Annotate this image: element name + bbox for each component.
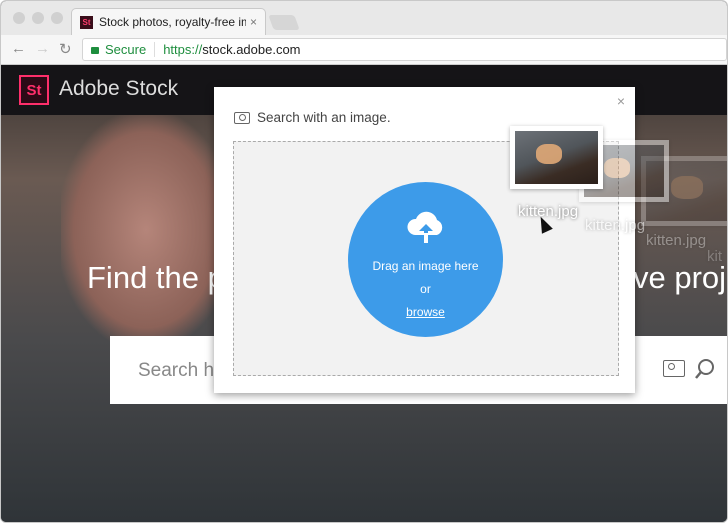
drag-instruction: Drag an image here — [372, 259, 479, 273]
close-dialog-icon[interactable]: × — [617, 93, 625, 109]
drop-target-circle[interactable]: Drag an image here or browse — [348, 182, 503, 337]
browse-link[interactable]: browse — [348, 305, 503, 319]
forward-icon[interactable]: → — [35, 40, 50, 57]
favicon-icon: St — [80, 15, 93, 29]
brand-name[interactable]: Adobe Stock — [59, 77, 178, 101]
adobe-stock-logo[interactable]: St — [19, 75, 49, 105]
close-window-button[interactable] — [13, 12, 25, 24]
back-icon[interactable]: ← — [11, 40, 26, 57]
url-scheme: https:// — [163, 42, 203, 57]
url-input[interactable]: Secure https:// stock.adobe.com — [82, 38, 727, 61]
drag-ghost-filename: kitten.jpg — [585, 217, 646, 234]
dragged-image-thumbnail[interactable] — [510, 126, 603, 189]
headline-left: Find the p — [87, 260, 225, 295]
camera-icon — [234, 111, 250, 124]
drag-ghost-filename: kitten.jpg — [646, 232, 707, 249]
reload-icon[interactable]: ↻ — [59, 40, 72, 58]
visual-search-camera-icon[interactable] — [663, 360, 692, 377]
secure-label: Secure — [105, 42, 156, 57]
dialog-title: Search with an image. — [257, 110, 391, 125]
browser-tab[interactable]: St Stock photos, royalty-free images × — [71, 8, 266, 35]
tab-bar: St Stock photos, royalty-free images × — [1, 1, 727, 35]
browser-window: St Stock photos, royalty-free images × ←… — [0, 0, 728, 523]
new-tab-button[interactable] — [268, 15, 300, 30]
tab-close-icon[interactable]: × — [250, 15, 257, 29]
address-bar-row: ← → ↻ Secure https:// stock.adobe.com — [1, 35, 727, 65]
minimize-window-button[interactable] — [32, 12, 44, 24]
headline-right: ve proje — [633, 260, 727, 295]
lock-icon — [91, 47, 99, 54]
maximize-window-button[interactable] — [51, 12, 63, 24]
drag-ghost-filename: kit — [707, 248, 722, 265]
search-icon[interactable] — [694, 358, 716, 380]
tab-title: Stock photos, royalty-free images — [99, 15, 246, 29]
cloud-upload-icon — [407, 211, 443, 243]
or-label: or — [420, 282, 431, 296]
url-host: stock.adobe.com — [202, 42, 301, 57]
